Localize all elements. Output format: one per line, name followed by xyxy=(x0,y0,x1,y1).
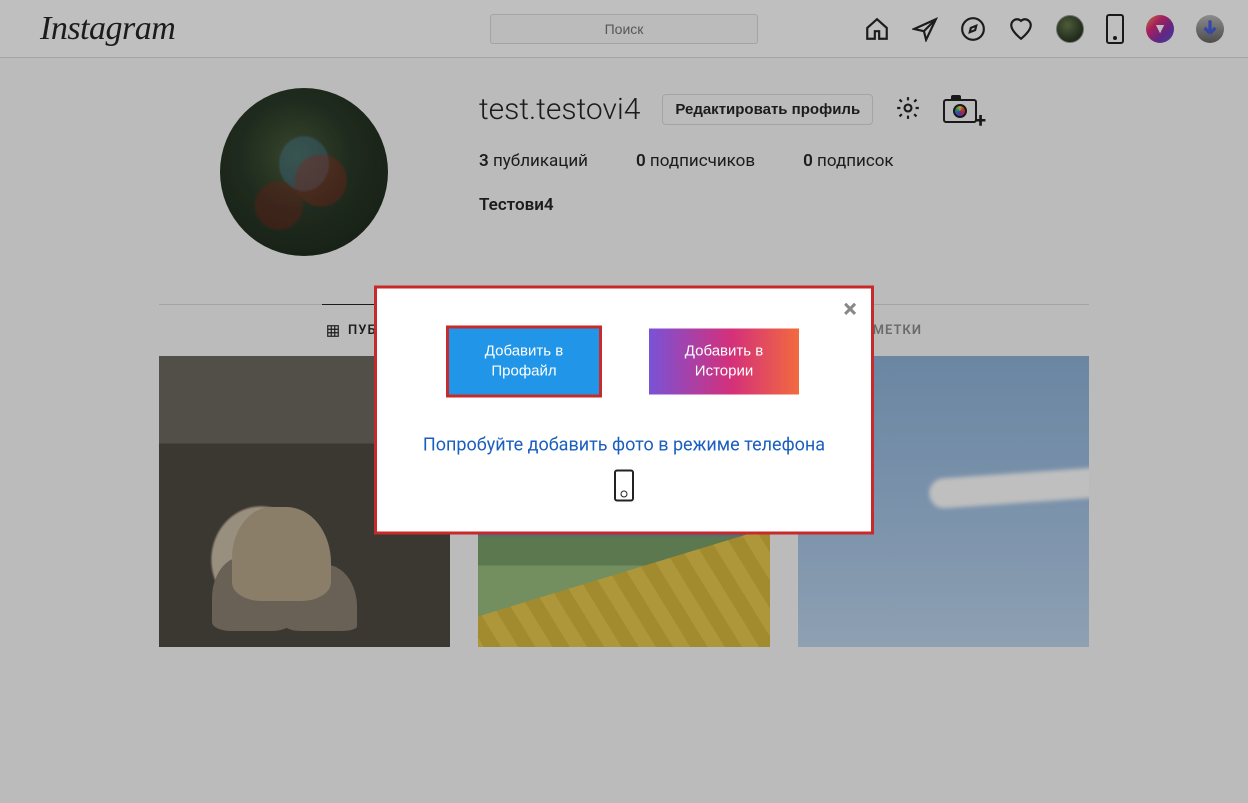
search-input[interactable] xyxy=(490,14,758,44)
add-to-stories-button[interactable]: Добавить в Истории xyxy=(649,329,799,395)
top-bar: Instagram ▼ xyxy=(0,0,1248,58)
stat-followers[interactable]: 0 подписчиков xyxy=(636,151,755,171)
stat-posts-count: 3 xyxy=(479,151,489,171)
stat-posts-label: публикаций xyxy=(493,151,588,171)
phone-icon[interactable] xyxy=(614,470,634,502)
edit-profile-button[interactable]: Редактировать профиль xyxy=(662,94,873,125)
username: test.testovi4 xyxy=(479,92,640,127)
add-stories-line2: Истории xyxy=(695,363,753,380)
direct-icon[interactable] xyxy=(912,16,938,42)
instagram-logo[interactable]: Instagram xyxy=(40,10,175,48)
profile-stats: 3 публикаций 0 подписчиков 0 подписок xyxy=(479,151,1089,171)
explore-icon[interactable] xyxy=(960,16,986,42)
add-profile-line2: Профайл xyxy=(491,363,556,380)
activity-heart-icon[interactable] xyxy=(1008,16,1034,42)
search-container xyxy=(490,14,758,44)
stat-followers-label: подписчиков xyxy=(650,151,755,171)
extension-downloader-icon[interactable]: ▼ xyxy=(1146,15,1174,43)
add-media-camera-icon[interactable]: + xyxy=(943,95,983,125)
add-media-modal: × Добавить в Профайл Добавить в Истории … xyxy=(374,286,874,535)
profile-header: test.testovi4 Редактировать профиль + 3 … xyxy=(159,88,1089,256)
profile-avatar-nav[interactable] xyxy=(1056,15,1084,43)
home-icon[interactable] xyxy=(864,16,890,42)
stat-posts[interactable]: 3 публикаций xyxy=(479,151,588,171)
profile-row-actions: test.testovi4 Редактировать профиль + xyxy=(479,92,1089,127)
stat-following[interactable]: 0 подписок xyxy=(803,151,894,171)
extension-download2-icon[interactable] xyxy=(1196,15,1224,43)
stat-followers-count: 0 xyxy=(636,151,646,171)
modal-buttons: Добавить в Профайл Добавить в Истории xyxy=(395,329,853,395)
add-profile-line1: Добавить в xyxy=(485,342,563,359)
add-to-profile-button[interactable]: Добавить в Профайл xyxy=(449,329,599,395)
modal-hint-text: Попробуйте добавить фото в режиме телефо… xyxy=(395,435,853,456)
modal-close-icon[interactable]: × xyxy=(843,297,857,323)
stat-following-count: 0 xyxy=(803,151,813,171)
stat-following-label: подписок xyxy=(817,151,894,171)
grid-icon xyxy=(326,324,340,338)
profile-avatar[interactable] xyxy=(220,88,388,256)
phone-mode-icon[interactable] xyxy=(1106,14,1124,44)
settings-gear-icon[interactable] xyxy=(895,95,921,125)
nav-icons: ▼ xyxy=(864,14,1224,44)
avatar-wrap xyxy=(159,88,449,256)
profile-bio: Тестови4 xyxy=(479,195,1089,215)
add-stories-line1: Добавить в xyxy=(685,342,763,359)
profile-info: test.testovi4 Редактировать профиль + 3 … xyxy=(479,88,1089,256)
